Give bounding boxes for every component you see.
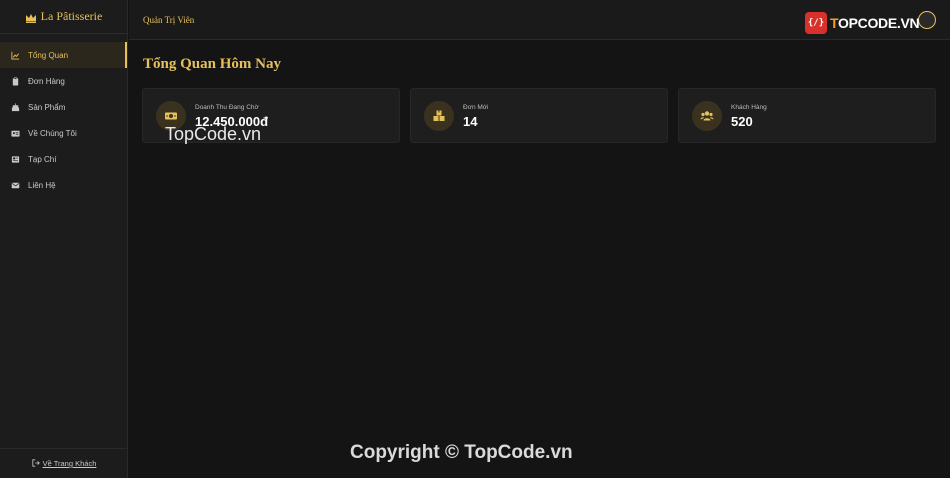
avatar[interactable] bbox=[918, 11, 936, 29]
sign-out-icon bbox=[31, 458, 40, 469]
boxes-icon bbox=[424, 101, 454, 131]
header-title: Quản Trị Viên bbox=[143, 14, 195, 25]
watermark-brace: {/} bbox=[805, 12, 827, 34]
sidebar-item-tong-quan[interactable]: Tổng Quan bbox=[0, 42, 127, 68]
id-card-icon bbox=[10, 128, 20, 138]
watermark-logo: {/} TOPCODE.VN bbox=[805, 12, 920, 34]
main-content: Tổng Quan Hôm Nay Doanh Thu Đang Chờ 12.… bbox=[129, 41, 950, 478]
sidebar-item-label: Tạp Chí bbox=[28, 154, 57, 164]
watermark-logo-text: TOPCODE.VN bbox=[830, 15, 920, 31]
sidebar-item-label: Tổng Quan bbox=[28, 50, 69, 60]
page-title: Tổng Quan Hôm Nay bbox=[143, 56, 281, 72]
sidebar-item-label: Sản Phẩm bbox=[28, 102, 66, 112]
crown-icon bbox=[25, 11, 37, 23]
sidebar-item-san-pham[interactable]: Sản Phẩm bbox=[0, 94, 127, 120]
stat-value: 520 bbox=[731, 114, 753, 129]
clipboard-icon bbox=[10, 76, 20, 86]
brand-name: La Pâtisserie bbox=[40, 9, 103, 23]
watermark-copyright: Copyright © TopCode.vn bbox=[350, 442, 573, 463]
sidebar-item-label: Liên Hệ bbox=[28, 180, 56, 190]
stat-card-customers: Khách Hàng 520 bbox=[678, 88, 936, 143]
stat-card-new-orders: Đơn Mới 14 bbox=[410, 88, 668, 143]
stat-label: Đơn Mới bbox=[463, 104, 489, 111]
sidebar: La Pâtisserie Tổng Quan Đơn Hàng Sản Phẩ… bbox=[0, 0, 128, 478]
back-to-site-link[interactable]: Về Trang Khách bbox=[0, 448, 128, 478]
stat-label: Doanh Thu Đang Chờ bbox=[195, 104, 259, 111]
watermark-logo-text-b: OPCODE.VN bbox=[838, 15, 920, 31]
stat-value: 14 bbox=[463, 114, 478, 129]
watermark-logo-text-a: T bbox=[830, 15, 838, 31]
watermark-overlay-text: TopCode.vn bbox=[165, 124, 262, 144]
newspaper-icon bbox=[10, 154, 20, 164]
stat-label: Khách Hàng bbox=[731, 104, 767, 111]
sidebar-item-label: Đơn Hàng bbox=[28, 76, 65, 86]
envelope-icon bbox=[10, 180, 20, 190]
back-to-site-label: Về Trang Khách bbox=[42, 459, 97, 468]
sidebar-item-label: Về Chúng Tôi bbox=[28, 128, 77, 138]
sidebar-item-don-hang[interactable]: Đơn Hàng bbox=[0, 68, 127, 94]
sidebar-item-ve-chung-toi[interactable]: Về Chúng Tôi bbox=[0, 120, 127, 146]
sidebar-nav: Tổng Quan Đơn Hàng Sản Phẩm Về Chúng Tôi… bbox=[0, 42, 127, 198]
brand[interactable]: La Pâtisserie bbox=[0, 0, 127, 34]
sidebar-item-lien-he[interactable]: Liên Hệ bbox=[0, 172, 127, 198]
chart-line-icon bbox=[10, 50, 20, 60]
sidebar-item-tap-chi[interactable]: Tạp Chí bbox=[0, 146, 127, 172]
cake-icon bbox=[10, 102, 20, 112]
users-icon bbox=[692, 101, 722, 131]
